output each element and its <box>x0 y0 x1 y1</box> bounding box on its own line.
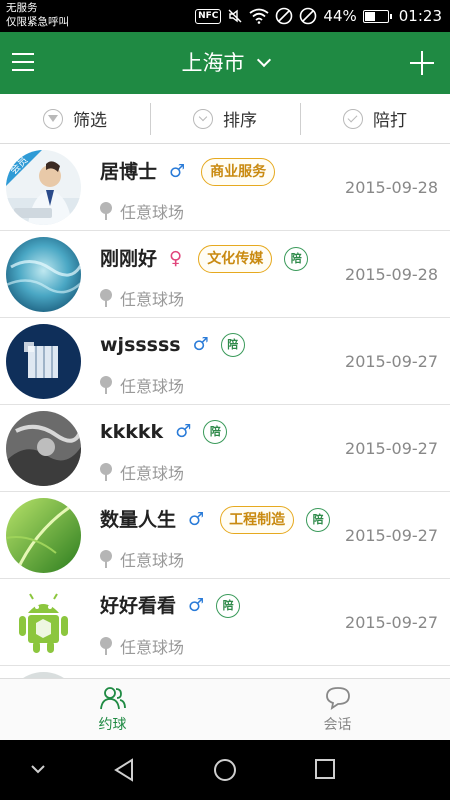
companion-badge: 陪 <box>306 508 331 532</box>
companion-badge: 陪 <box>203 420 228 444</box>
companion-badge: 陪 <box>284 247 309 271</box>
avatar[interactable]: 会员 <box>6 150 81 225</box>
avatar[interactable] <box>6 237 81 312</box>
female-icon: ♀ <box>169 248 183 269</box>
industry-tag: 文化传媒 <box>198 245 273 273</box>
list-item[interactable]: wjsssss ♂ 陪 任意球场 2015-09-27 <box>0 318 450 405</box>
location-pin-icon <box>100 463 112 481</box>
industry-tag: 工程制造 <box>220 506 295 534</box>
industry-tag: 商业服务 <box>201 158 276 186</box>
tab-match-label: 约球 <box>98 717 127 733</box>
avatar[interactable] <box>6 324 81 399</box>
carrier-info: 无服务 仅限紧急呼叫 <box>6 1 69 29</box>
male-icon: ♂ <box>188 509 205 530</box>
user-name: kkkkk <box>100 421 164 443</box>
avatar[interactable] <box>6 498 81 573</box>
check-circle-icon <box>343 108 363 129</box>
list-item[interactable]: 刚刚好 ♀ 文化传媒 陪 任意球场 2015-09-28 <box>0 231 450 318</box>
status-bar: 无服务 仅限紧急呼叫 NFC 44% 01:23 <box>0 0 450 32</box>
list-item[interactable]: 数量人生 ♂ 工程制造 陪 任意球场 2015-09-27 <box>0 492 450 579</box>
male-icon: ♂ <box>175 421 192 442</box>
user-name: 居博士 <box>100 161 158 183</box>
list-item[interactable]: kkkkk ♂ 陪 任意球场 2015-09-27 <box>0 405 450 492</box>
location: 任意球场 <box>100 199 184 223</box>
no-sim-icon <box>276 7 293 25</box>
location: 任意球场 <box>100 547 184 571</box>
location-pin-icon <box>100 637 112 655</box>
app-header: 上海市 <box>0 32 450 94</box>
home-icon[interactable] <box>213 758 237 782</box>
chevron-down-icon <box>256 52 271 68</box>
male-icon: ♂ <box>169 161 186 182</box>
location-pin-icon <box>100 289 112 307</box>
chat-bubble-icon <box>325 687 350 710</box>
sort-label: 排序 <box>223 111 257 131</box>
list-item[interactable]: 会员 居博士 ♂ 商业服务 任意球场 2015-09-28 <box>0 144 450 231</box>
list-item[interactable] <box>0 666 450 678</box>
male-icon: ♂ <box>188 595 205 616</box>
mute-icon <box>228 9 242 23</box>
user-name: 好好看看 <box>100 595 177 617</box>
add-icon[interactable] <box>410 51 434 75</box>
filter-bar: 筛选 排序 陪打 <box>0 94 450 144</box>
location: 任意球场 <box>100 286 184 310</box>
tab-chat[interactable]: 会话 <box>225 679 450 740</box>
post-date: 2015-09-27 <box>345 352 438 371</box>
carrier-line-2: 仅限紧急呼叫 <box>6 16 69 28</box>
android-icon[interactable] <box>6 585 81 660</box>
sort-down-icon <box>193 108 213 129</box>
post-date: 2015-09-27 <box>345 526 438 545</box>
companion-badge: 陪 <box>216 594 241 618</box>
tab-chat-label: 会话 <box>323 717 352 733</box>
location: 任意球场 <box>100 373 184 397</box>
post-date: 2015-09-28 <box>345 265 438 284</box>
city-name: 上海市 <box>181 51 245 75</box>
location-pin-icon <box>100 550 112 568</box>
filter-button[interactable]: 筛选 <box>0 94 150 143</box>
list-item[interactable]: 好好看看 ♂ 陪 任意球场 2015-09-27 <box>0 579 450 666</box>
location: 任意球场 <box>100 634 184 658</box>
user-name: 数量人生 <box>100 509 177 531</box>
no-signal-icon <box>300 7 317 25</box>
bottom-tab-bar: 约球 会话 <box>0 678 450 740</box>
location: 任意球场 <box>100 460 184 484</box>
companion-label: 陪打 <box>373 111 407 131</box>
nfc-icon: NFC <box>195 8 222 24</box>
filter-label: 筛选 <box>73 111 107 131</box>
post-date: 2015-09-28 <box>345 178 438 197</box>
user-name: wjsssss <box>100 334 181 356</box>
back-icon[interactable] <box>112 758 136 782</box>
people-icon <box>99 687 126 710</box>
tab-match[interactable]: 约球 <box>0 679 225 740</box>
male-icon: ♂ <box>192 334 209 355</box>
user-list: 会员 居博士 ♂ 商业服务 任意球场 2015-09-28 刚刚好 ♀ 文化传媒… <box>0 144 450 678</box>
companion-filter-button[interactable]: 陪打 <box>300 94 450 143</box>
location-pin-icon <box>100 376 112 394</box>
post-date: 2015-09-27 <box>345 439 438 458</box>
chevron-down-icon[interactable] <box>30 764 46 774</box>
carrier-line-1: 无服务 <box>6 2 38 14</box>
wifi-icon <box>249 8 269 24</box>
vip-badge: 会员 <box>6 150 42 186</box>
user-name: 刚刚好 <box>100 248 158 270</box>
city-selector[interactable]: 上海市 <box>0 48 450 78</box>
sort-button[interactable]: 排序 <box>150 94 300 143</box>
post-date: 2015-09-27 <box>345 613 438 632</box>
recents-icon[interactable] <box>314 758 336 780</box>
funnel-icon <box>43 108 63 129</box>
companion-badge: 陪 <box>220 333 245 357</box>
battery-icon <box>362 9 392 23</box>
location-pin-icon <box>100 202 112 220</box>
clock: 01:23 <box>398 7 442 25</box>
avatar[interactable] <box>6 411 81 486</box>
battery-percent: 44% <box>323 7 357 25</box>
system-nav-bar <box>0 740 450 800</box>
